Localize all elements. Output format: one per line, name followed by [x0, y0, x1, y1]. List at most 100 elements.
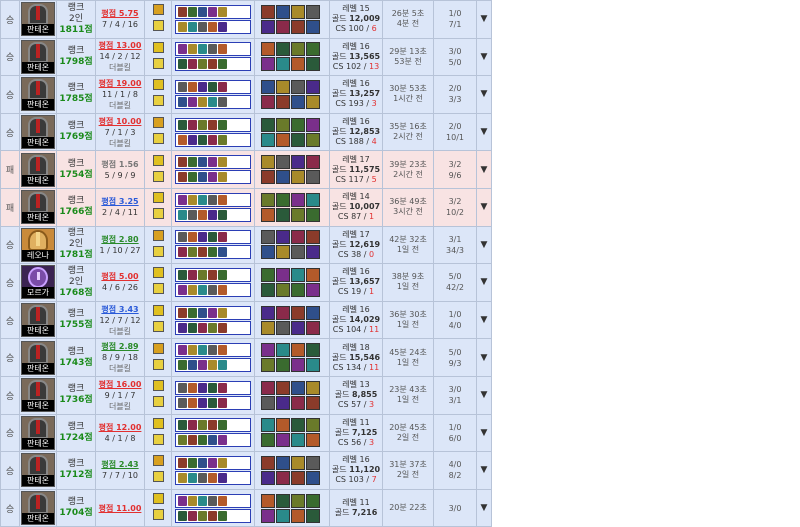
- player-champion-icon[interactable]: [208, 472, 217, 483]
- item-icon[interactable]: [276, 508, 290, 523]
- item-icon[interactable]: [261, 4, 275, 19]
- item-icon[interactable]: [261, 343, 275, 358]
- player-champion-icon[interactable]: [198, 269, 207, 280]
- item-icon[interactable]: [276, 42, 290, 57]
- player-champion-icon[interactable]: [178, 495, 187, 506]
- item-icon[interactable]: [306, 117, 320, 132]
- player-champion-icon[interactable]: [188, 495, 197, 506]
- player-champion-icon[interactable]: [208, 96, 217, 107]
- player-champion-icon[interactable]: [208, 345, 217, 356]
- kda-rating[interactable]: 평점 2.80: [96, 234, 144, 245]
- kda-rating[interactable]: 평점 13.00: [96, 40, 144, 51]
- item-icon[interactable]: [306, 493, 320, 508]
- player-champion-icon[interactable]: [188, 284, 197, 295]
- item-icon[interactable]: [306, 19, 320, 34]
- player-champion-icon[interactable]: [188, 472, 197, 483]
- item-icon[interactable]: [306, 320, 320, 335]
- item-icon[interactable]: [291, 358, 305, 373]
- expand-button[interactable]: ▼: [476, 112, 492, 152]
- item-icon[interactable]: [276, 4, 290, 19]
- player-champion-icon[interactable]: [218, 472, 227, 483]
- item-icon[interactable]: [291, 470, 305, 485]
- player-champion-icon[interactable]: [198, 360, 207, 371]
- item-icon[interactable]: [306, 230, 320, 245]
- item-icon[interactable]: [261, 57, 275, 72]
- player-champion-icon[interactable]: [208, 172, 217, 183]
- player-champion-icon[interactable]: [188, 119, 197, 130]
- flash-spell-icon[interactable]: [152, 4, 164, 16]
- player-champion-icon[interactable]: [218, 157, 227, 168]
- kda-rating[interactable]: 평점 2.43: [96, 459, 144, 470]
- player-champion-icon[interactable]: [198, 435, 207, 446]
- player-champion-icon[interactable]: [218, 495, 227, 506]
- player-champion-icon[interactable]: [208, 397, 217, 408]
- item-icon[interactable]: [291, 305, 305, 320]
- item-icon[interactable]: [306, 267, 320, 282]
- match-row[interactable]: 승 판테온 랭크 1704점 평점 11.00 레벨 11 골드 7,216 20분 22초 3…: [0, 488, 492, 527]
- champion-portrait[interactable]: 판테온: [21, 77, 55, 112]
- champion-cell[interactable]: 판테온: [19, 413, 57, 453]
- player-champion-icon[interactable]: [218, 284, 227, 295]
- champion-portrait[interactable]: 판테온: [21, 2, 55, 37]
- expand-button[interactable]: ▼: [476, 187, 492, 227]
- champion-portrait[interactable]: 판테온: [21, 303, 55, 338]
- expand-button[interactable]: ▼: [476, 300, 492, 340]
- player-champion-icon[interactable]: [208, 307, 217, 318]
- champion-portrait[interactable]: 판테온: [21, 491, 55, 526]
- player-champion-icon[interactable]: [218, 457, 227, 468]
- kda-rating[interactable]: 평점 1.56: [96, 159, 144, 170]
- player-champion-icon[interactable]: [178, 284, 187, 295]
- player-champion-icon[interactable]: [218, 134, 227, 145]
- item-icon[interactable]: [291, 19, 305, 34]
- player-champion-icon[interactable]: [188, 457, 197, 468]
- player-champion-icon[interactable]: [198, 247, 207, 258]
- ignite-spell-icon[interactable]: [152, 358, 164, 370]
- item-icon[interactable]: [276, 170, 290, 185]
- flash-spell-icon[interactable]: [152, 117, 164, 129]
- player-champion-icon[interactable]: [188, 345, 197, 356]
- player-champion-icon[interactable]: [188, 21, 197, 32]
- item-icon[interactable]: [276, 94, 290, 109]
- player-champion-icon[interactable]: [188, 247, 197, 258]
- champion-cell[interactable]: 판테온: [19, 0, 57, 39]
- player-champion-icon[interactable]: [178, 307, 187, 318]
- player-champion-icon[interactable]: [208, 194, 217, 205]
- item-icon[interactable]: [276, 245, 290, 260]
- expand-button[interactable]: ▼: [476, 451, 492, 490]
- item-icon[interactable]: [291, 343, 305, 358]
- player-champion-icon[interactable]: [208, 510, 217, 521]
- item-icon[interactable]: [276, 230, 290, 245]
- player-champion-icon[interactable]: [188, 435, 197, 446]
- player-champion-icon[interactable]: [178, 510, 187, 521]
- item-icon[interactable]: [261, 117, 275, 132]
- player-champion-icon[interactable]: [198, 21, 207, 32]
- player-champion-icon[interactable]: [218, 209, 227, 220]
- champion-cell[interactable]: 판테온: [19, 488, 57, 527]
- champion-cell[interactable]: 판테온: [19, 187, 57, 227]
- player-champion-icon[interactable]: [198, 397, 207, 408]
- item-icon[interactable]: [276, 343, 290, 358]
- player-champion-icon[interactable]: [188, 510, 197, 521]
- kda-rating[interactable]: 평점 10.00: [96, 116, 144, 127]
- player-champion-icon[interactable]: [208, 134, 217, 145]
- item-icon[interactable]: [291, 418, 305, 433]
- item-icon[interactable]: [306, 42, 320, 57]
- champion-cell[interactable]: 레오나: [19, 225, 57, 265]
- player-champion-icon[interactable]: [188, 382, 197, 393]
- item-icon[interactable]: [276, 358, 290, 373]
- player-champion-icon[interactable]: [208, 209, 217, 220]
- champion-portrait[interactable]: 판테온: [21, 39, 55, 74]
- item-icon[interactable]: [291, 117, 305, 132]
- item-icon[interactable]: [291, 267, 305, 282]
- champion-portrait[interactable]: 모르가: [21, 265, 55, 300]
- ignite-spell-icon[interactable]: [152, 283, 164, 295]
- champion-cell[interactable]: 판테온: [19, 338, 57, 377]
- flash-spell-icon[interactable]: [152, 342, 164, 354]
- player-champion-icon[interactable]: [208, 21, 217, 32]
- item-icon[interactable]: [261, 282, 275, 297]
- item-icon[interactable]: [291, 57, 305, 72]
- item-icon[interactable]: [291, 170, 305, 185]
- item-icon[interactable]: [261, 207, 275, 222]
- item-icon[interactable]: [276, 380, 290, 395]
- flash-spell-icon[interactable]: [152, 79, 164, 91]
